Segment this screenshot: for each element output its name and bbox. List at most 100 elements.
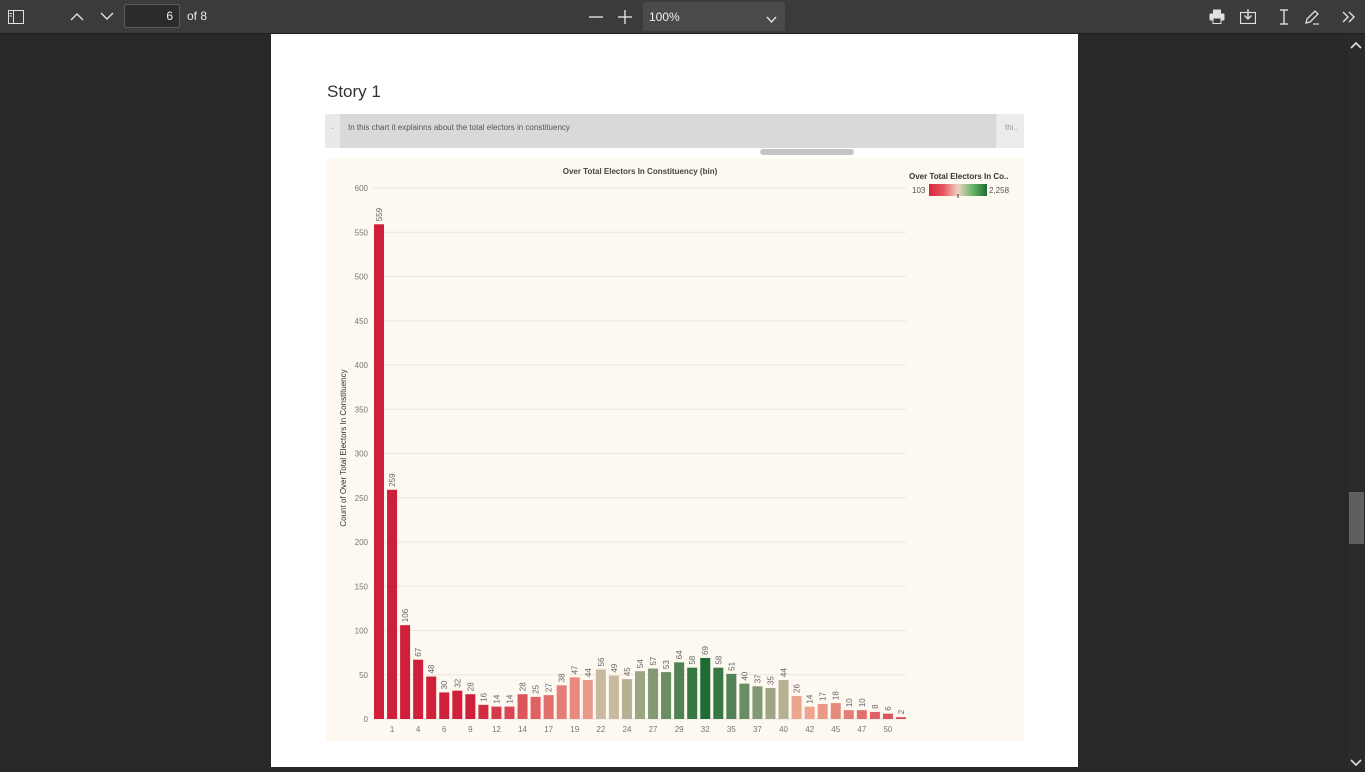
histogram-bar[interactable] [465, 694, 476, 719]
bar-value-label: 10 [845, 698, 854, 707]
chevron-up-icon[interactable] [64, 4, 90, 29]
bar-value-label: 56 [597, 657, 606, 666]
histogram-bar[interactable] [856, 710, 867, 719]
bar-value-label: 106 [401, 608, 410, 622]
histogram-bar[interactable] [882, 713, 893, 719]
bar-value-label: 32 [453, 678, 462, 687]
sidebar-toggle-icon[interactable] [3, 4, 29, 29]
x-tick-label: 9 [468, 725, 473, 734]
histogram-bar[interactable] [830, 703, 841, 719]
download-icon[interactable] [1235, 4, 1261, 29]
bar-value-label: 14 [506, 694, 515, 703]
pen-icon[interactable] [1299, 4, 1325, 29]
pdf-toolbar: 6 of 8 100% [0, 0, 1365, 34]
x-tick-label: 47 [857, 725, 866, 734]
y-tick-label: 0 [364, 715, 369, 724]
histogram-bar[interactable] [491, 706, 502, 719]
histogram-bar[interactable] [439, 692, 450, 719]
y-tick-label: 400 [355, 361, 369, 370]
histogram-bar[interactable] [374, 224, 384, 719]
histogram-bar[interactable] [765, 688, 776, 719]
histogram-bar[interactable] [478, 704, 489, 719]
chart-title: Over Total Electors In Constituency (bin… [563, 167, 718, 176]
histogram-bar[interactable] [843, 710, 854, 719]
page-number-input[interactable]: 6 [124, 4, 180, 28]
bar-value-label: 40 [740, 671, 749, 680]
histogram-bar[interactable] [804, 706, 815, 719]
bar-value-label: 28 [466, 682, 475, 691]
bar-value-label: 25 [532, 684, 541, 693]
chevron-down-icon[interactable] [94, 4, 120, 29]
bar-value-label: 28 [519, 682, 528, 691]
histogram-bar[interactable] [661, 672, 672, 719]
histogram-bar[interactable] [674, 662, 685, 719]
story-point-active[interactable]: In this chart it explainns about the tot… [340, 114, 996, 148]
bar-value-label: 64 [675, 650, 684, 659]
scroll-down-icon[interactable] [1350, 754, 1362, 772]
histogram-bar[interactable] [700, 657, 711, 719]
histogram-bar[interactable] [778, 680, 789, 719]
x-tick-label: 42 [805, 725, 814, 734]
histogram-bar[interactable] [621, 679, 632, 719]
histogram-bar[interactable] [817, 703, 828, 719]
x-tick-label: 22 [596, 725, 605, 734]
zoom-select[interactable]: 100% [643, 2, 785, 31]
zoom-in-icon[interactable] [612, 4, 638, 29]
histogram-bar[interactable] [543, 695, 554, 719]
histogram-bar[interactable] [752, 686, 763, 719]
bar-value-label: 67 [414, 647, 423, 656]
histogram-bar[interactable] [713, 667, 724, 719]
story-point-next-caption: thi.. [1005, 123, 1018, 132]
document-scrollbar[interactable] [1348, 34, 1365, 767]
scroll-up-icon[interactable] [1350, 36, 1362, 54]
histogram-bar[interactable] [687, 667, 698, 719]
histogram-bar[interactable] [582, 680, 593, 719]
histogram-bar[interactable] [648, 668, 659, 719]
x-tick-label: 19 [570, 725, 579, 734]
print-icon[interactable] [1204, 4, 1230, 29]
histogram-bar[interactable] [517, 694, 528, 719]
y-tick-label: 250 [355, 494, 369, 503]
document-scroll-thumb[interactable] [1349, 492, 1364, 544]
histogram-bar[interactable] [595, 669, 606, 719]
histogram-bar[interactable] [530, 696, 541, 719]
histogram-bar[interactable] [504, 706, 515, 719]
x-tick-label: 24 [622, 725, 631, 734]
histogram-bar[interactable] [556, 685, 567, 719]
histogram-bar[interactable] [387, 489, 398, 719]
histogram-bar[interactable] [726, 673, 737, 719]
bar-value-label: 27 [545, 683, 554, 692]
histogram-bar[interactable] [413, 659, 424, 719]
bar-value-label: 48 [427, 664, 436, 673]
story-scrollbar[interactable] [760, 149, 854, 155]
story-point-previous[interactable]: . [325, 114, 340, 148]
histogram-bar[interactable] [569, 677, 580, 719]
chevron-down-icon [766, 10, 777, 28]
y-tick-label: 500 [355, 273, 369, 282]
bar-value-label: 58 [714, 655, 723, 664]
zoom-out-icon[interactable] [583, 4, 609, 29]
story-point-caption: In this chart it explainns about the tot… [348, 123, 570, 132]
x-tick-label: 50 [883, 725, 892, 734]
histogram-bar[interactable] [739, 683, 750, 719]
more-chevron-icon[interactable] [1336, 4, 1362, 29]
story-point-next[interactable]: thi.. [997, 114, 1024, 148]
histogram-bar[interactable] [635, 671, 645, 719]
histogram-bar[interactable] [426, 676, 437, 719]
histogram-bar[interactable] [608, 675, 619, 719]
zoom-value: 100% [649, 10, 680, 24]
page-count-label: of 8 [187, 9, 208, 23]
histogram-bar[interactable] [452, 690, 463, 719]
text-cursor-icon[interactable] [1271, 4, 1297, 29]
y-tick-label: 350 [355, 405, 369, 414]
histogram-bar[interactable] [400, 625, 411, 719]
bar-value-label: 47 [571, 665, 580, 674]
histogram-bar[interactable] [896, 717, 906, 719]
y-tick-label: 200 [355, 538, 369, 547]
bar-value-label: 14 [806, 694, 815, 703]
y-tick-label: 600 [355, 184, 369, 193]
histogram-bar[interactable] [869, 711, 880, 719]
legend-max-label: 2,258 [989, 186, 1010, 195]
histogram-bar[interactable] [791, 695, 802, 719]
bar-value-label: 54 [636, 659, 645, 668]
